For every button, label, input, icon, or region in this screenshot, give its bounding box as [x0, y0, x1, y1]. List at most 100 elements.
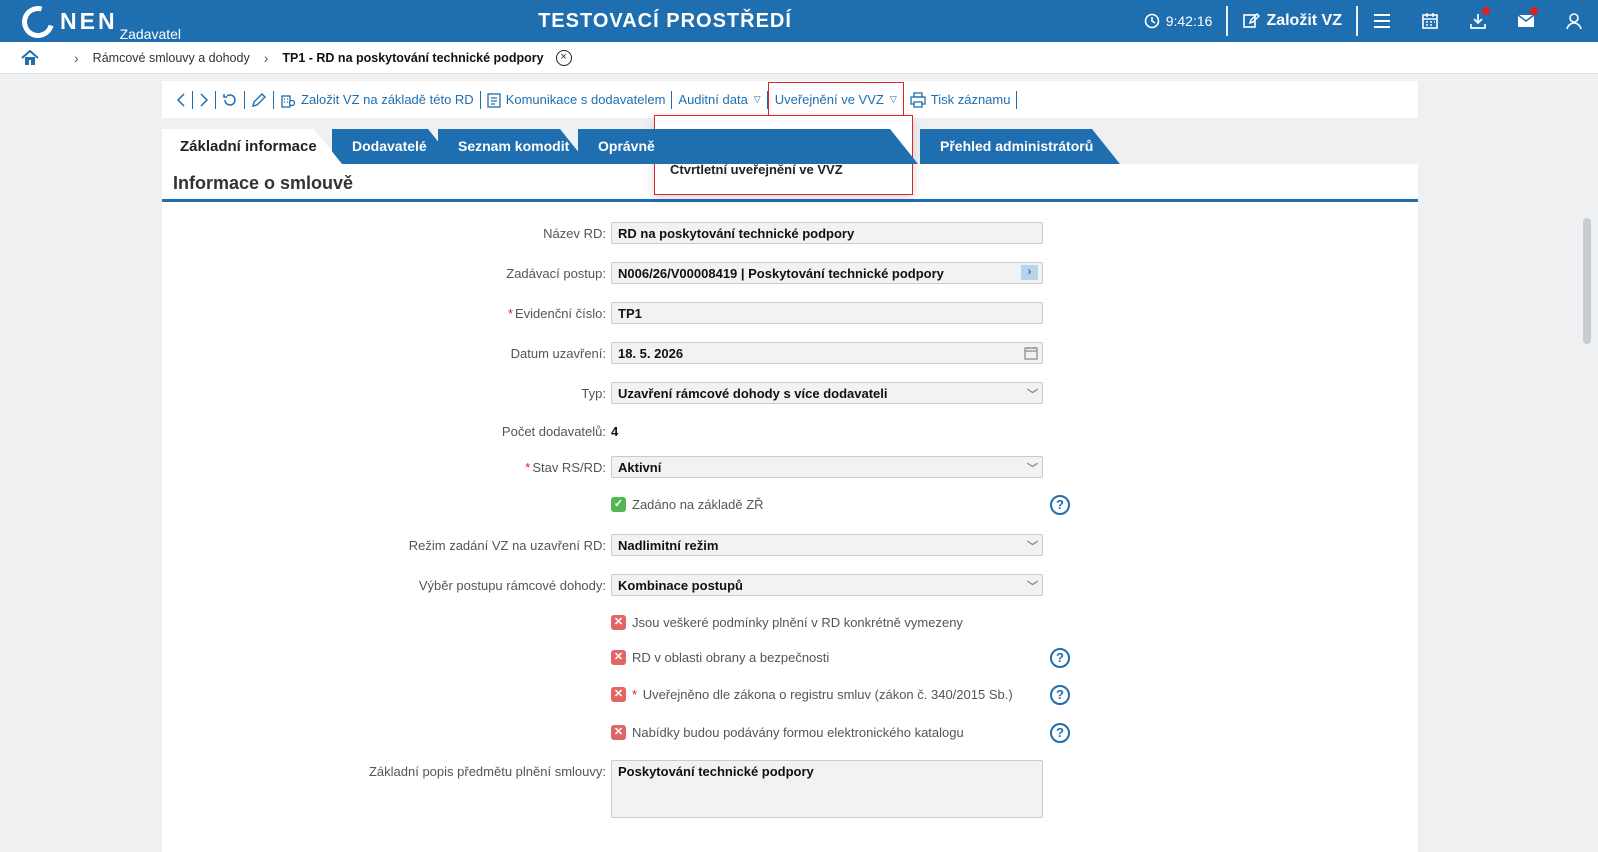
tab-basic-info[interactable]: Základní informace: [162, 129, 342, 164]
basic-info-content: Informace o smlouvě Název RD: RD na posk…: [162, 164, 1418, 852]
publish-vvz-dropdown[interactable]: Uveřejnění ve VVZ ▽: [767, 82, 904, 117]
calendar-button[interactable]: [1406, 0, 1454, 42]
chevron-down-icon: ﹀: [1027, 463, 1038, 475]
registry-label: * Uveřejněno dle zákona o registru smluv…: [632, 687, 1013, 702]
help-icon[interactable]: ?: [1050, 723, 1070, 743]
state-label: * Stav RS/RD:: [525, 460, 606, 475]
communication-button[interactable]: Komunikace s dodavatelem: [481, 81, 672, 118]
audit-data-dropdown[interactable]: Auditní data ▽: [672, 81, 766, 118]
tab-suppliers[interactable]: Dodavatelé: [332, 129, 456, 164]
cross-icon: ✕: [611, 650, 626, 665]
row-defense: ✕ RD v oblasti obrany a bezpečnosti ?: [162, 648, 1418, 672]
create-vz-label: Založit VZ: [1266, 12, 1342, 29]
menu-button[interactable]: [1358, 0, 1406, 42]
evid-field[interactable]: TP1: [611, 302, 1043, 324]
close-icon[interactable]: ×: [555, 49, 572, 66]
breadcrumb-item-current: TP1 - RD na poskytování technické podpor…: [282, 50, 544, 65]
name-field[interactable]: RD na poskytování technické podpory: [611, 222, 1043, 244]
state-select[interactable]: Aktivní ﹀: [611, 456, 1043, 478]
chevron-down-icon: ﹀: [1027, 581, 1038, 593]
open-procedure-icon[interactable]: ›: [1021, 265, 1038, 280]
help-icon[interactable]: ?: [1050, 495, 1070, 515]
date-label: Datum uzavření:: [510, 346, 606, 361]
help-icon[interactable]: ?: [1050, 648, 1070, 668]
type-value: Uzavření rámcové dohody s více dodavatel…: [618, 386, 888, 401]
registry-label-text: Uveřejněno dle zákona o registru smluv (…: [642, 687, 1013, 702]
create-vz-from-rd-label: Založit VZ na základě této RD: [301, 92, 474, 107]
chevron-right-icon: ›: [74, 49, 79, 66]
zr-checkbox[interactable]: ✓ Zadáno na základě ZŘ: [611, 497, 764, 512]
description-textarea[interactable]: Poskytování technické podpory: [611, 760, 1043, 818]
chevron-right-icon: ›: [263, 49, 269, 66]
forward-button[interactable]: [193, 81, 215, 118]
publish-vvz-label: Uveřejnění ve VVZ: [774, 92, 884, 107]
home-button[interactable]: [0, 49, 60, 66]
menu-icon: [1374, 14, 1390, 28]
create-vz-from-rd-button[interactable]: Založit VZ na základě této RD: [274, 81, 480, 118]
edit-button[interactable]: [245, 81, 273, 118]
help-icon[interactable]: ?: [1050, 685, 1070, 705]
tab-commodities[interactable]: Seznam komodit: [438, 129, 588, 164]
tab-permissions[interactable]: Oprávně: [578, 129, 918, 164]
row-date: Datum uzavření: 18. 5. 2026: [162, 342, 1418, 366]
evid-label: * Evidenční číslo:: [508, 306, 606, 321]
state-value: Aktivní: [618, 460, 662, 475]
calendar-icon[interactable]: [1024, 346, 1038, 363]
create-vz-button[interactable]: Založit VZ: [1228, 12, 1356, 30]
row-conditions: ✕ Jsou veškeré podmínky plnění v RD konk…: [162, 613, 1418, 637]
selection-value: Kombinace postupů: [618, 578, 743, 593]
back-button[interactable]: [170, 81, 192, 118]
date-value: 18. 5. 2026: [618, 346, 684, 361]
messages-button[interactable]: [1502, 0, 1550, 42]
print-label: Tisk záznamu: [930, 92, 1011, 107]
refresh-icon: [223, 93, 236, 106]
mode-value: Nadlimitní režim: [618, 538, 719, 553]
zr-label: Zadáno na základě ZŘ: [632, 497, 764, 512]
download-notification-dot: [1482, 7, 1490, 15]
type-select[interactable]: Uzavření rámcové dohody s více dodavatel…: [611, 382, 1043, 404]
row-type: Typ: Uzavření rámcové dohody s více doda…: [162, 382, 1418, 406]
date-field[interactable]: 18. 5. 2026: [611, 342, 1043, 364]
type-label: Typ:: [581, 386, 606, 401]
header-actions: 9:42:16 Založit VZ: [1130, 0, 1598, 42]
required-mark: *: [507, 306, 513, 321]
row-zr: ✓ Zadáno na základě ZŘ ?: [162, 495, 1418, 519]
downloads-button[interactable]: [1454, 0, 1502, 42]
chevron-down-icon: ﹀: [1027, 389, 1038, 401]
chevron-down-icon: ﹀: [1027, 541, 1038, 553]
session-clock: 9:42:16: [1130, 13, 1227, 29]
tab-administrators[interactable]: Přehled administrátorů: [920, 129, 1120, 164]
cross-icon: ✕: [611, 615, 626, 630]
record-toolbar: Založit VZ na základě této RD Komunikace…: [162, 81, 1418, 118]
evid-label-text: Evidenční číslo:: [514, 306, 606, 321]
state-label-text: Stav RS/RD:: [532, 460, 606, 475]
edit-icon: [1243, 12, 1261, 28]
registry-checkbox[interactable]: ✕ * Uveřejněno dle zákona o registru sml…: [611, 687, 1013, 702]
row-registry: ✕ * Uveřejněno dle zákona o registru sml…: [162, 685, 1418, 709]
user-button[interactable]: [1550, 0, 1598, 42]
page-scrollbar[interactable]: [1583, 218, 1591, 344]
row-procedure: Zadávací postup: N006/26/V00008419 | Pos…: [162, 262, 1418, 286]
print-button[interactable]: Tisk záznamu: [904, 81, 1017, 118]
count-value: 4: [611, 424, 619, 439]
conditions-label: Jsou veškeré podmínky plnění v RD konkré…: [632, 615, 963, 630]
defense-checkbox[interactable]: ✕ RD v oblasti obrany a bezpečnosti: [611, 650, 829, 665]
refresh-button[interactable]: [216, 81, 244, 118]
name-label: Název RD:: [543, 226, 606, 241]
calendar-icon: [1422, 13, 1438, 29]
catalog-checkbox[interactable]: ✕ Nabídky budou podávány formou elektron…: [611, 725, 964, 740]
selection-select[interactable]: Kombinace postupů ﹀: [611, 574, 1043, 596]
home-icon: [21, 49, 39, 65]
mode-select[interactable]: Nadlimitní režim ﹀: [611, 534, 1043, 556]
row-count: Počet dodavatelů: 4: [162, 420, 1418, 444]
row-name: Název RD: RD na poskytování technické po…: [162, 222, 1418, 246]
record-tabs: Základní informace Dodavatelé Seznam kom…: [162, 129, 1418, 164]
breadcrumb-item-contracts[interactable]: Rámcové smlouvy a dohody: [93, 51, 250, 65]
description-label: Základní popis předmětu plnění smlouvy:: [368, 764, 606, 779]
conditions-checkbox[interactable]: ✕ Jsou veškeré podmínky plnění v RD konk…: [611, 615, 963, 630]
procedure-field[interactable]: N006/26/V00008419 | Poskytování technick…: [611, 262, 1043, 284]
row-catalog: ✕ Nabídky budou podávány formou elektron…: [162, 723, 1418, 747]
row-selection: Výběr postupu rámcové dohody: Kombinace …: [162, 574, 1418, 598]
row-mode: Režim zadání VZ na uzavření RD: Nadlimit…: [162, 534, 1418, 558]
chevron-left-icon: [176, 92, 185, 107]
